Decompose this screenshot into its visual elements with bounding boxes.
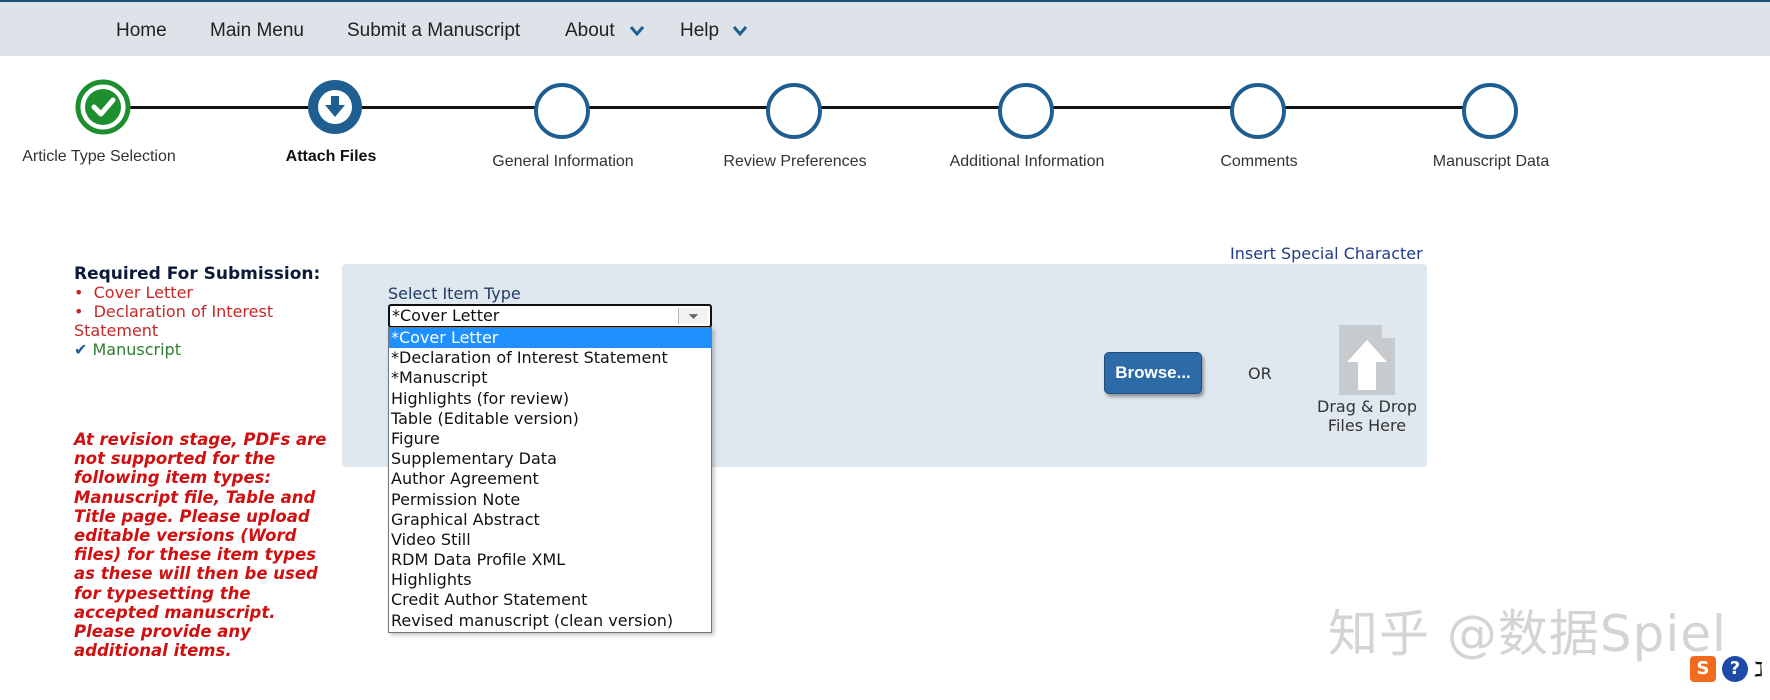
tray-glyph: ℷ	[1754, 657, 1764, 681]
step-label-manuscript-data: Manuscript Data	[1432, 153, 1550, 170]
item-type-option[interactable]: *Manuscript	[389, 368, 711, 388]
nav-help-menu[interactable]: Help	[680, 20, 719, 42]
item-type-option[interactable]: Credit Author Statement	[389, 590, 711, 610]
item-type-dropdown-list: *Cover Letter *Declaration of Interest S…	[388, 327, 712, 633]
item-type-option[interactable]: Highlights	[389, 570, 711, 590]
bullet-icon: •	[74, 302, 94, 321]
insert-special-character-link[interactable]: Insert Special Character	[1230, 244, 1423, 263]
required-item-label: Declaration of Interest Statement	[74, 302, 274, 340]
step-label-comments: Comments	[1220, 153, 1298, 170]
step-pending-circle	[1230, 83, 1286, 139]
step-pending-circle	[766, 83, 822, 139]
step-label-article-type: Article Type Selection	[22, 148, 176, 165]
nav-home-link[interactable]: Home	[116, 20, 167, 42]
bullet-icon: •	[74, 283, 94, 302]
chevron-down-icon[interactable]	[629, 25, 645, 37]
step-label-general-information: General Information	[492, 153, 634, 170]
item-type-option[interactable]: Table (Editable version)	[389, 409, 711, 429]
item-type-option[interactable]: Graphical Abstract	[389, 510, 711, 530]
zhihu-watermark: 知乎 @数据Spiel	[1328, 605, 1727, 663]
nav-main-menu-link[interactable]: Main Menu	[210, 20, 304, 42]
item-type-option[interactable]: Supplementary Data	[389, 449, 711, 469]
step-pending-circle	[998, 83, 1054, 139]
step-complete-check-icon	[75, 79, 131, 135]
completed-item: ✔ Manuscript	[74, 340, 181, 359]
required-item: • Declaration of Interest Statement	[74, 302, 304, 340]
drag-drop-label[interactable]: Drag & Drop Files Here	[1300, 397, 1434, 435]
checkmark-icon: ✔	[74, 340, 88, 359]
chevron-down-icon[interactable]	[732, 25, 748, 37]
sogou-ime-icon[interactable]: S	[1690, 656, 1716, 682]
nav-submit-manuscript-link[interactable]: Submit a Manuscript	[347, 20, 520, 42]
item-type-option[interactable]: Revised manuscript (clean version)	[389, 611, 711, 631]
item-type-select[interactable]: *Cover Letter	[388, 304, 712, 328]
top-nav-bar: Home Main Menu Submit a Manuscript About…	[0, 2, 1770, 56]
step-label-attach-files: Attach Files	[285, 148, 377, 165]
drag-drop-upload-icon[interactable]	[1338, 324, 1396, 396]
select-item-type-label: Select Item Type	[388, 284, 521, 303]
item-type-selected-value: *Cover Letter	[392, 306, 500, 325]
completed-item-label: Manuscript	[92, 340, 181, 359]
item-type-option[interactable]: Author Agreement	[389, 469, 711, 489]
revision-warning-text: At revision stage, PDFs are not supporte…	[74, 430, 327, 661]
step-label-additional-information: Additional Information	[949, 153, 1105, 170]
required-for-submission-heading: Required For Submission:	[74, 264, 321, 284]
item-type-option[interactable]: Highlights (for review)	[389, 389, 711, 409]
step-label-review-preferences: Review Preferences	[723, 153, 867, 170]
step-pending-circle	[534, 83, 590, 139]
item-type-option[interactable]: *Cover Letter	[389, 328, 711, 349]
required-item-label: Cover Letter	[93, 283, 193, 302]
browse-button[interactable]: Browse...	[1104, 352, 1202, 394]
dropdown-arrow-icon[interactable]	[678, 308, 708, 324]
step-current-download-icon	[308, 80, 362, 134]
item-type-option[interactable]: RDM Data Profile XML	[389, 550, 711, 570]
item-type-option[interactable]: Figure	[389, 429, 711, 449]
or-separator-label: OR	[1248, 364, 1272, 383]
step-pending-circle	[1462, 83, 1518, 139]
help-icon[interactable]: ?	[1722, 656, 1748, 682]
item-type-option[interactable]: *Declaration of Interest Statement	[389, 348, 711, 368]
nav-about-menu[interactable]: About	[565, 20, 615, 42]
item-type-option[interactable]: Video Still	[389, 530, 711, 550]
item-type-option[interactable]: Permission Note	[389, 490, 711, 510]
required-item: • Cover Letter	[74, 283, 193, 302]
